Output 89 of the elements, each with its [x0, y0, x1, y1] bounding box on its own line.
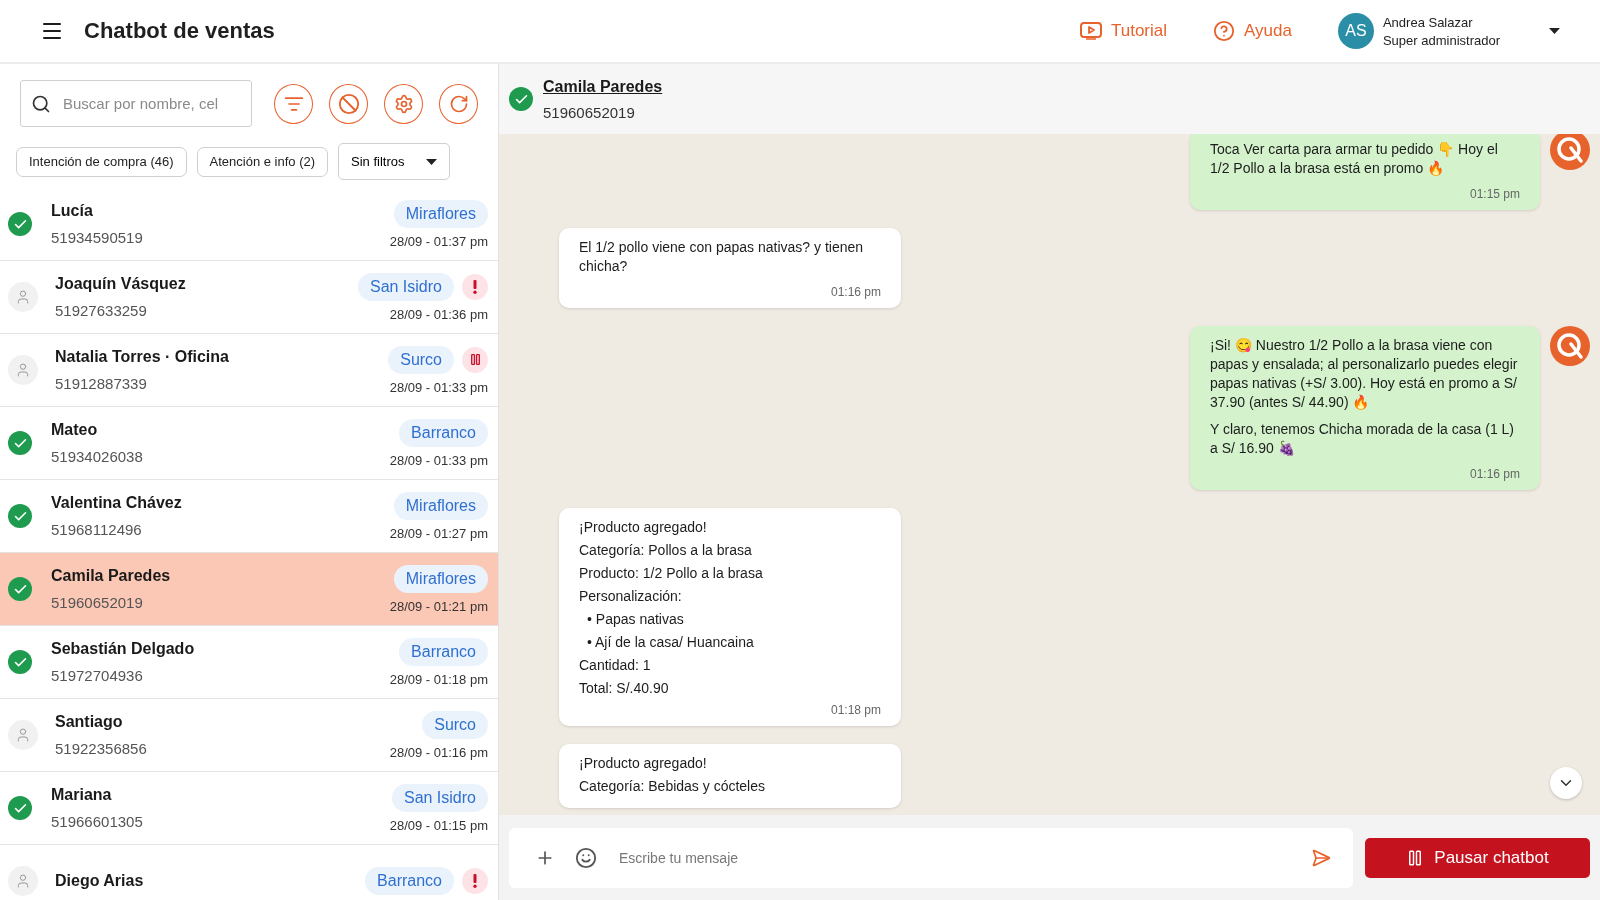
send-button[interactable] [1311, 847, 1331, 868]
contact-time: 28/09 - 01:16 pm [389, 744, 488, 760]
help-icon [1213, 20, 1236, 42]
user-avatar: AS [1337, 13, 1374, 49]
settings-icon [393, 93, 414, 114]
message-text: Categoría: Bebidas y cócteles [579, 777, 766, 796]
caret-icon [1549, 28, 1560, 34]
filter-chip[interactable]: Atención e info (2) [196, 146, 329, 177]
contact-name: Valentina Chávez [51, 494, 183, 512]
message-list-item: • Papas nativas [587, 610, 685, 629]
message-text: ¡Si! 😋 Nuestro 1/2 Pollo a la brasa viene con papas y ensalada; al personalizarlo puedes elegir papas nativas (+S/ 3.00). Hoy está en promo a S/ 37.90 (antes S/ 44.90) 🔥 [1210, 336, 1519, 412]
message-text: Cantidad: 1 [579, 656, 652, 675]
contact-time: 28/09 - 01:18 pm [389, 671, 488, 687]
contact-name: Natalia Torres · Oficina [55, 348, 230, 366]
app-title: Chatbot de ventas [84, 18, 275, 44]
contact-time: 28/09 - 01:37 pm [389, 233, 488, 249]
message-text: El 1/2 pollo viene con papas nativas? y tienen chicha? [579, 238, 865, 276]
contact-name-link[interactable]: Camila Paredes [543, 77, 663, 96]
district-tag: Surco [388, 345, 454, 374]
play-icon [1079, 22, 1102, 40]
send-icon [1311, 847, 1331, 868]
bot-avatar-icon [1550, 326, 1590, 366]
district-tag: Miraflores [393, 564, 488, 593]
contact-name: Mateo [51, 421, 99, 439]
message-input[interactable]: Escribe tu mensaje [509, 827, 1353, 888]
message-time: 01:18 pm [830, 703, 881, 717]
message-time: 01:16 pm [1469, 467, 1520, 481]
message-text: ¡Producto agregado! [579, 518, 708, 537]
contact-name: Lucía [51, 202, 94, 220]
contact-phone: 51934590519 [51, 229, 144, 246]
contact-phone: 51927633259 [55, 302, 148, 319]
district-tag: San Isidro [391, 783, 488, 812]
emoji-button[interactable] [575, 846, 597, 869]
contact-time: 28/09 - 01:33 pm [389, 452, 488, 468]
settings-button[interactable] [384, 83, 423, 124]
search-icon [31, 93, 51, 114]
contact-phone: 51966601305 [51, 813, 144, 830]
filter-chip[interactable]: Intención de compra (46) [16, 146, 187, 177]
contact-time: 28/09 - 01:15 pm [389, 817, 488, 833]
user-name: Andrea Salazar [1382, 14, 1474, 30]
district-tag: Barranco [399, 637, 488, 666]
contact-phone: 51934026038 [51, 448, 144, 465]
block-button[interactable] [329, 83, 368, 124]
message-text: Total: S/.40.90 [579, 679, 670, 698]
search-input[interactable]: Buscar por nombre, cel [61, 94, 241, 113]
contact-time: 28/09 - 01:27 pm [389, 525, 488, 541]
contact-time: 28/09 - 01:36 pm [389, 306, 488, 322]
contact-phone: 51922356856 [55, 740, 148, 757]
filter-button[interactable] [274, 83, 313, 124]
district-tag: Miraflores [393, 199, 488, 228]
message-text-input[interactable]: Escribe tu mensaje [617, 848, 1291, 867]
contact-phone: 51960652019 [51, 594, 144, 611]
contact-phone: 51912887339 [55, 375, 148, 392]
district-tag: Surco [422, 710, 488, 739]
contact-name: Mariana [51, 786, 113, 804]
district-tag: Barranco [399, 418, 488, 447]
message-text: ¡Producto agregado! [579, 754, 708, 773]
district-tag: Barranco [365, 867, 454, 895]
contact-name: Camila Paredes [51, 567, 172, 585]
message-text: Personalización: [579, 587, 683, 606]
message-time: 01:16 pm [830, 285, 881, 299]
message-text: Producto: 1/2 Pollo a la brasa [579, 564, 764, 583]
message-text: Toca Ver carta para armar tu pedido 👇 Hoy el 1/2 Pollo a la brasa está en promo 🔥 [1210, 140, 1499, 178]
message-text: Y claro, tenemos Chicha morada de la casa (1 L) a S/ 16.90 🍇 [1210, 420, 1515, 458]
contact-row[interactable]: Camila Paredes 51960652019 Miraflores 28/09 - 01:21 pm [0, 553, 498, 626]
smiley-icon [575, 846, 597, 869]
message-list-item: • Ají de la casa/ Huancaina [587, 633, 755, 652]
contact-time: 28/09 - 01:21 pm [389, 598, 488, 614]
contact-name: Diego Arias [55, 872, 145, 890]
scroll-down-button[interactable] [1550, 767, 1582, 799]
search-field[interactable]: Buscar por nombre, cel [20, 80, 252, 127]
filter-select[interactable]: Sin filtros [338, 143, 451, 180]
contact-phone: 51960652019 [543, 103, 636, 121]
district-tag: San Isidro [357, 272, 454, 301]
contact-name: Joaquín Vásquez [55, 275, 187, 293]
refresh-button[interactable] [439, 83, 478, 124]
contact-name: Sebastián Delgado [51, 640, 196, 658]
pause-chatbot-button[interactable]: Pausar chatbot [1365, 837, 1590, 878]
contact-time: 28/09 - 01:33 pm [389, 379, 488, 395]
contact-phone: 51972704936 [51, 667, 144, 684]
district-tag: Miraflores [393, 491, 488, 520]
user-role: Super administrador [1382, 32, 1500, 48]
refresh-icon [448, 93, 469, 114]
message-text: Categoría: Pollos a la brasa [579, 541, 753, 560]
caret-icon [426, 158, 438, 165]
prohibited-icon [337, 92, 360, 115]
contact-phone: 51968112496 [51, 521, 143, 538]
message-time: 01:15 pm [1469, 187, 1520, 201]
contact-name: Santiago [55, 713, 124, 731]
